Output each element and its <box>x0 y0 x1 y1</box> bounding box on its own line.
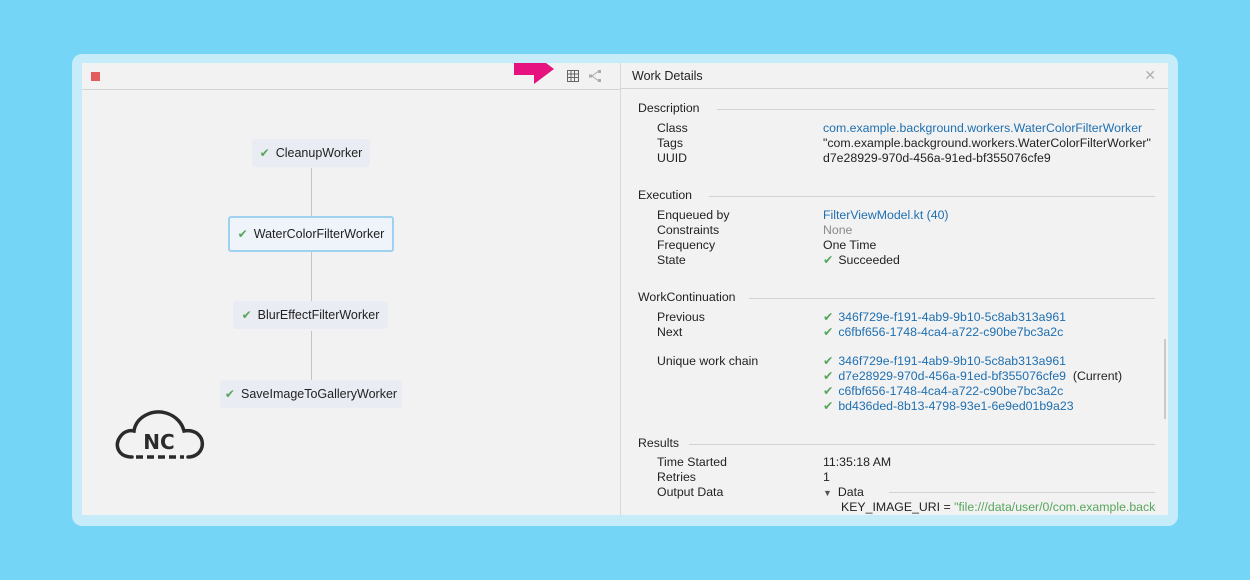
check-icon: ✔ <box>823 253 834 267</box>
graph-node[interactable]: ✔ SaveImageToGalleryWorker <box>220 380 402 408</box>
uuid-label: UUID <box>657 151 688 165</box>
check-icon: ✔ <box>823 310 834 324</box>
enqueued-label: Enqueued by <box>657 208 730 222</box>
uuid-value: d7e28929-970d-456a-91ed-bf355076cfe9 <box>823 151 1051 165</box>
graph-node[interactable]: ✔ CleanupWorker <box>252 139 370 167</box>
node-label: BlurEffectFilterWorker <box>257 308 380 322</box>
frequency-value: One Time <box>823 238 877 252</box>
section-divider <box>709 196 1155 197</box>
retries-label: Retries <box>657 470 696 484</box>
node-label: CleanupWorker <box>275 146 363 160</box>
chain-link[interactable]: 346f729e-f191-4ab9-9b10-5c8ab313a961 <box>838 354 1066 368</box>
chain-item: ✔ bd436ded-8b13-4798-93e1-6e9ed01b9a23 <box>823 399 1074 413</box>
nc-cloud-logo: NC <box>115 410 205 459</box>
constraints-label: Constraints <box>657 223 720 237</box>
output-data-entry: KEY_IMAGE_URI = "file:///data/user/0/com… <box>841 500 1156 514</box>
class-value-link[interactable]: com.example.background.workers.WaterColo… <box>823 121 1142 135</box>
work-details-pane: Work Details ✕ Description Class com.exa… <box>621 63 1168 515</box>
data-key: KEY_IMAGE_URI <box>841 500 941 514</box>
section-title-execution: Execution <box>638 188 693 202</box>
table-view-icon[interactable] <box>566 69 580 83</box>
graph-edge <box>311 331 312 381</box>
node-label: SaveImageToGalleryWorker <box>240 387 398 401</box>
check-icon: ✔ <box>241 308 252 322</box>
chain-link[interactable]: d7e28929-970d-456a-91ed-bf355076cfe9 <box>838 369 1066 383</box>
check-icon: ✔ <box>224 387 235 401</box>
workmanager-inspector-window: ✔ CleanupWorker ✔ WaterColorFilterWorker… <box>82 63 1168 515</box>
stop-icon[interactable] <box>91 72 100 81</box>
frequency-label: Frequency <box>657 238 716 252</box>
state-text: Succeeded <box>838 253 900 267</box>
tags-value: "com.example.background.workers.WaterCol… <box>823 136 1151 150</box>
chain-item: ✔ d7e28929-970d-456a-91ed-bf355076cfe9 (C… <box>823 369 1122 383</box>
tags-label: Tags <box>657 136 683 150</box>
section-divider <box>889 492 1155 493</box>
scrollbar-thumb[interactable] <box>1164 339 1166 419</box>
state-label: State <box>657 253 686 267</box>
chain-item: ✔ c6fbf656-1748-4ca4-a722-c90be7bc3a2c <box>823 384 1063 398</box>
current-tag: (Current) <box>1072 369 1123 383</box>
check-icon: ✔ <box>823 399 834 413</box>
previous-value: ✔ 346f729e-f191-4ab9-9b10-5c8ab313a961 <box>823 310 1066 324</box>
graph-node-selected[interactable]: ✔ WaterColorFilterWorker <box>228 216 394 252</box>
data-tree-toggle[interactable]: ▼ Data <box>823 485 864 499</box>
next-label: Next <box>657 325 683 339</box>
chain-item: ✔ 346f729e-f191-4ab9-9b10-5c8ab313a961 <box>823 354 1066 368</box>
check-icon: ✔ <box>823 384 834 398</box>
constraints-value: None <box>823 223 853 237</box>
state-value: ✔ Succeeded <box>823 253 900 267</box>
data-equals: = <box>940 500 955 514</box>
graph-view-icon[interactable] <box>588 69 602 83</box>
section-divider <box>717 109 1155 110</box>
section-title-description: Description <box>638 101 700 115</box>
output-data-label: Output Data <box>657 485 724 499</box>
details-header: Work Details ✕ <box>621 63 1168 89</box>
check-icon: ✔ <box>259 146 270 160</box>
section-divider <box>749 298 1155 299</box>
logo-text: NC <box>143 430 174 454</box>
next-value: ✔ c6fbf656-1748-4ca4-a722-c90be7bc3a2c <box>823 325 1063 339</box>
chain-label: Unique work chain <box>657 354 759 368</box>
check-icon: ✔ <box>823 369 834 383</box>
data-label: Data <box>837 485 864 499</box>
enqueued-value-link[interactable]: FilterViewModel.kt (40) <box>823 208 949 222</box>
section-title-results: Results <box>638 436 680 450</box>
class-label: Class <box>657 121 688 135</box>
node-label: WaterColorFilterWorker <box>253 227 385 241</box>
time-started-label: Time Started <box>657 455 727 469</box>
chain-link[interactable]: c6fbf656-1748-4ca4-a722-c90be7bc3a2c <box>838 384 1063 398</box>
details-content: Description Class com.example.background… <box>621 89 1158 515</box>
graph-edge <box>311 251 312 303</box>
close-icon[interactable]: ✕ <box>1144 67 1156 84</box>
next-link[interactable]: c6fbf656-1748-4ca4-a722-c90be7bc3a2c <box>838 325 1063 339</box>
expand-triangle-icon[interactable]: ▼ <box>823 488 832 498</box>
check-icon: ✔ <box>823 325 834 339</box>
work-graph-pane: ✔ CleanupWorker ✔ WaterColorFilterWorker… <box>82 63 621 515</box>
check-icon: ✔ <box>237 227 248 241</box>
details-title: Work Details <box>632 69 703 83</box>
time-started-value: 11:35:18 AM <box>823 455 892 469</box>
chain-link[interactable]: bd436ded-8b13-4798-93e1-6e9ed01b9a23 <box>838 399 1073 413</box>
scrollbar[interactable] <box>1158 89 1168 515</box>
check-icon: ✔ <box>823 354 834 368</box>
graph-node[interactable]: ✔ BlurEffectFilterWorker <box>233 301 388 329</box>
data-value: "file:///data/user/0/com.example.backgro <box>954 500 1156 514</box>
section-title-continuation: WorkContinuation <box>638 290 736 304</box>
section-divider <box>689 444 1155 445</box>
pointer-arrow-icon <box>514 63 554 84</box>
previous-link[interactable]: 346f729e-f191-4ab9-9b10-5c8ab313a961 <box>838 310 1066 324</box>
previous-label: Previous <box>657 310 705 324</box>
retries-value: 1 <box>823 470 830 484</box>
